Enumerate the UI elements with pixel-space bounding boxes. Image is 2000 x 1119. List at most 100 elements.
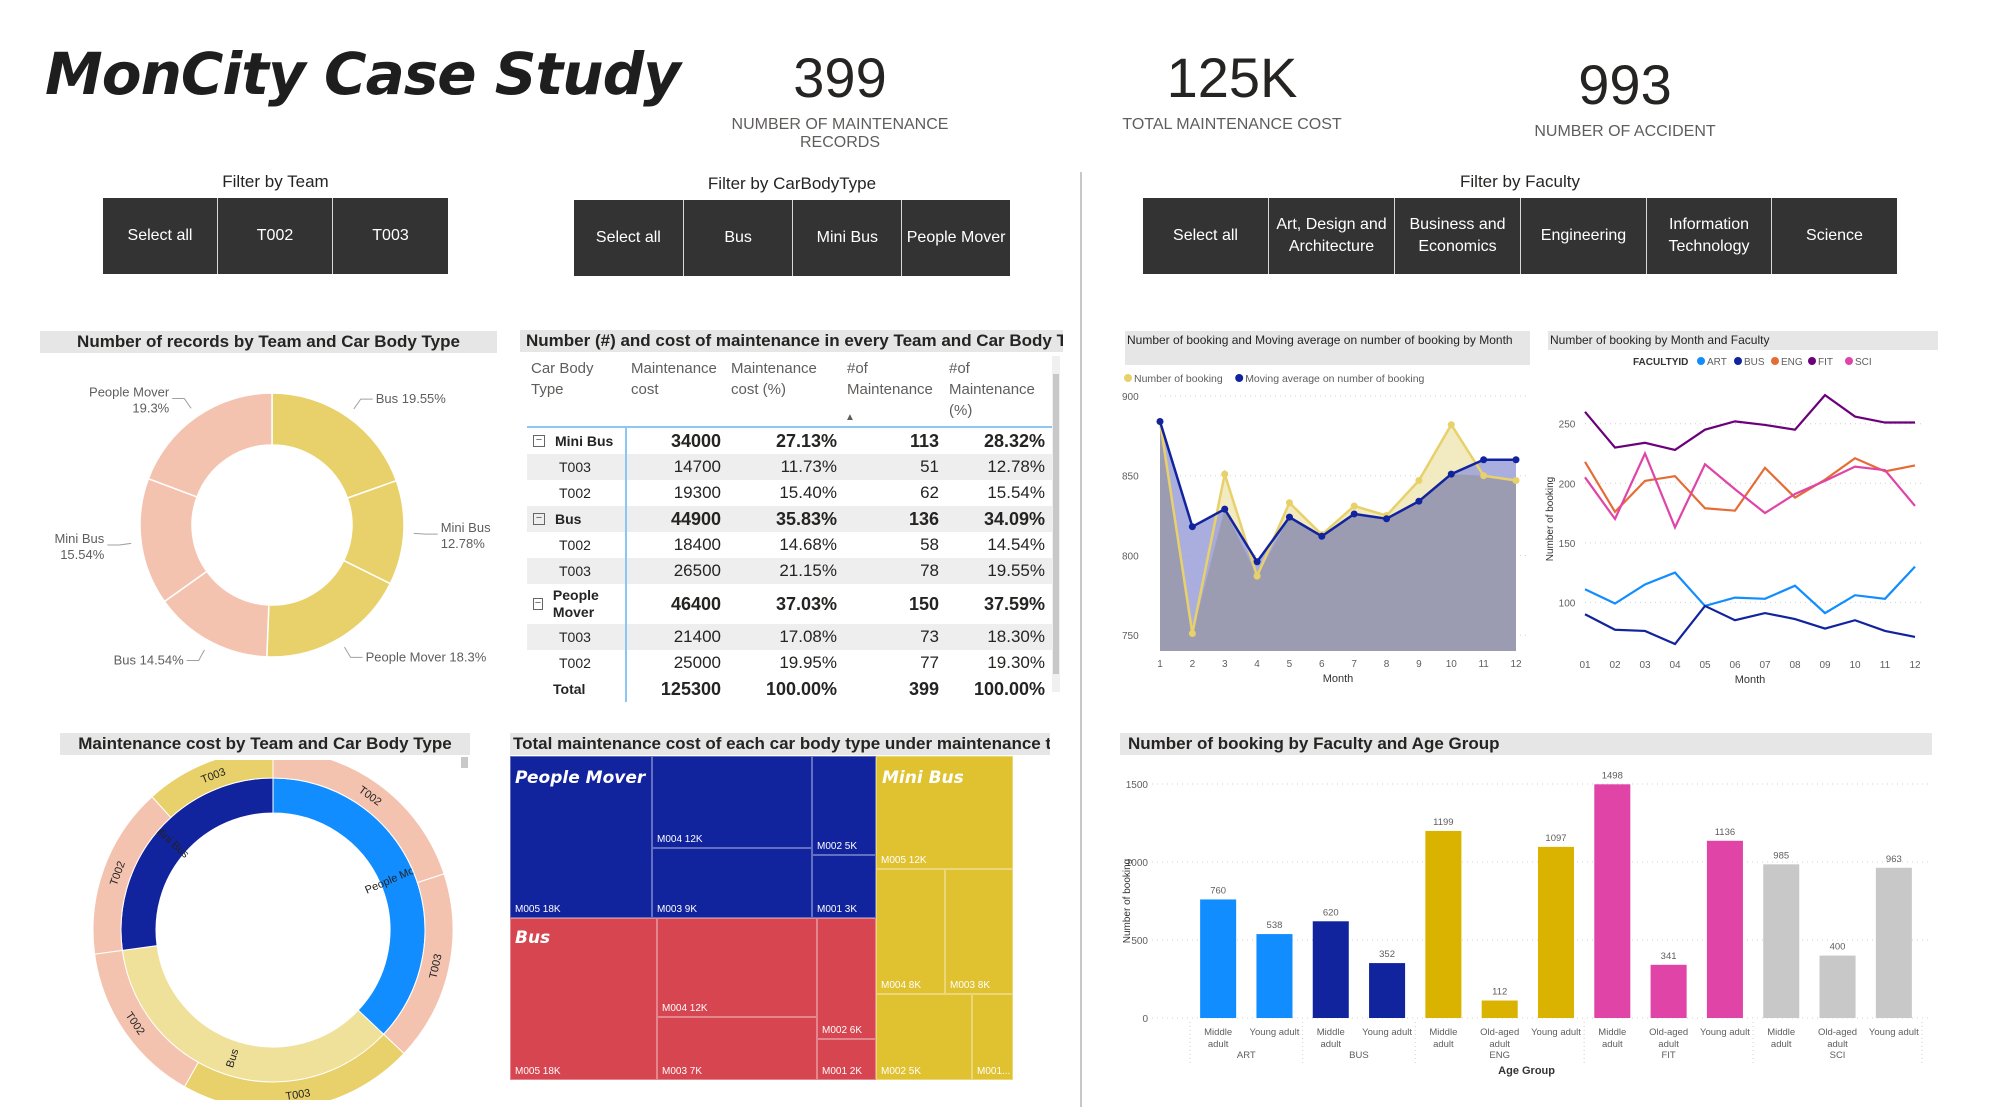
- table-total-row: Total 125300 100.00% 399 100.00%: [527, 676, 1055, 702]
- bar-art-middle-adult[interactable]: [1200, 899, 1237, 1018]
- treemap-cell-label: M003 8K: [950, 980, 991, 991]
- table-title: Number (#) and cost of maintenance in ev…: [520, 330, 1063, 352]
- donut-slice-t003-people-mover[interactable]: [266, 559, 392, 658]
- data-point-moving-average-on-number-of-booking[interactable]: [1318, 532, 1326, 540]
- cell-count: 73: [920, 627, 939, 646]
- treemap-cell-bus-m001[interactable]: M001 2K: [817, 1039, 876, 1080]
- bar-eng-young-adult[interactable]: [1537, 846, 1575, 1018]
- data-point-moving-average-on-number-of-booking[interactable]: [1188, 523, 1196, 531]
- y-tick-label: 800: [1122, 551, 1139, 562]
- collapse-icon[interactable]: −: [533, 435, 545, 447]
- data-point-moving-average-on-number-of-booking[interactable]: [1512, 456, 1520, 464]
- bar-fit-middle-adult[interactable]: [1594, 784, 1631, 1018]
- data-point-moving-average-on-number-of-booking[interactable]: [1350, 510, 1358, 518]
- col-header-car-body-type[interactable]: Car Body Type: [527, 354, 627, 426]
- data-point-moving-average-on-number-of-booking[interactable]: [1383, 515, 1391, 523]
- data-point-moving-average-on-number-of-booking[interactable]: [1285, 513, 1293, 521]
- cell-countpct: 28.32%: [983, 430, 1045, 451]
- slicer-option-select-all[interactable]: Select all: [103, 198, 218, 274]
- cell-count: 51: [920, 457, 939, 476]
- data-point-number-of-booking[interactable]: [1447, 421, 1455, 429]
- data-point-number-of-booking[interactable]: [1188, 629, 1196, 637]
- treemap-cell-people-mover-m001[interactable]: M001 3K: [812, 855, 876, 918]
- series-line-bus[interactable]: [1584, 604, 1916, 646]
- treemap-cell-people-mover-m003[interactable]: M003 9K: [652, 848, 812, 918]
- y-axis-title: Number of booking: [1545, 477, 1556, 562]
- legend-marker: [1845, 357, 1853, 365]
- row-label-cell: Total: [527, 676, 627, 702]
- cell-cost: 25000: [673, 653, 721, 672]
- table-scrollbar[interactable]: [1052, 356, 1060, 692]
- donut-slice-t003-bus[interactable]: [271, 392, 398, 500]
- bar-value-label: 538: [1267, 920, 1283, 931]
- series-line-fit[interactable]: [1584, 393, 1915, 452]
- data-point-moving-average-on-number-of-booking[interactable]: [1415, 497, 1423, 505]
- data-point-number-of-booking[interactable]: [1350, 502, 1358, 510]
- slicer-option-information-technology[interactable]: Information Technology: [1647, 198, 1772, 274]
- col-header-maintenance-cost[interactable]: Maintenance cost: [627, 354, 727, 426]
- row-label-cell: T003: [527, 624, 627, 650]
- data-point-moving-average-on-number-of-booking[interactable]: [1221, 505, 1229, 513]
- bar-bus-middle-adult[interactable]: [1312, 921, 1349, 1018]
- kpi-maintenance-records: 399 NUMBER OF MAINTENANCE RECORDS: [690, 50, 990, 152]
- series-line-art[interactable]: [1584, 565, 1916, 615]
- bar-sci-old-aged-adult[interactable]: [1819, 955, 1856, 1018]
- collapse-icon[interactable]: −: [533, 513, 545, 525]
- col-header-maintenance-count[interactable]: #of Maintenance ▲: [843, 354, 945, 426]
- y-tick-label: 1500: [1126, 780, 1149, 791]
- bar-art-young-adult[interactable]: [1256, 934, 1293, 1018]
- data-point-moving-average-on-number-of-booking[interactable]: [1447, 470, 1455, 478]
- data-point-number-of-booking[interactable]: [1415, 476, 1423, 484]
- col-header-maintenance-cost-pct[interactable]: Maintenance cost (%): [727, 354, 843, 426]
- data-point-number-of-booking[interactable]: [1253, 572, 1261, 580]
- slicer-option-engineering[interactable]: Engineering: [1521, 198, 1647, 274]
- bar-sci-young-adult[interactable]: [1875, 867, 1912, 1018]
- treemap-cell-bus-m003[interactable]: M003 7K: [657, 1017, 817, 1080]
- booking-age-title: Number of booking by Faculty and Age Gro…: [1120, 733, 1932, 755]
- slicer-option-people-mover[interactable]: People Mover: [902, 200, 1010, 276]
- data-point-number-of-booking[interactable]: [1221, 470, 1229, 478]
- treemap-cell-bus-m004[interactable]: M004 12K: [657, 918, 817, 1017]
- slicer-option-science[interactable]: Science: [1772, 198, 1897, 274]
- scrollbar-thumb[interactable]: [1053, 374, 1059, 674]
- sunburst-inner-mini-bus[interactable]: [120, 777, 274, 951]
- row-label-cell: − People Mover: [527, 584, 627, 624]
- slicer-option-mini-bus[interactable]: Mini Bus: [793, 200, 903, 276]
- data-point-number-of-booking[interactable]: [1480, 472, 1488, 480]
- x-tick-label: 7: [1351, 659, 1357, 670]
- data-point-moving-average-on-number-of-booking[interactable]: [1156, 418, 1164, 425]
- slicer-option-t003[interactable]: T003: [333, 198, 448, 274]
- data-point-moving-average-on-number-of-booking[interactable]: [1480, 456, 1488, 464]
- bar-sci-middle-adult[interactable]: [1763, 864, 1800, 1018]
- collapse-icon[interactable]: −: [533, 598, 543, 610]
- slicer-option-t002[interactable]: T002: [218, 198, 333, 274]
- bar-eng-old-aged-adult[interactable]: [1481, 1000, 1518, 1018]
- treemap-cell-bus-m002[interactable]: M002 6K: [817, 918, 876, 1039]
- x-tick-label: Old-aged: [1649, 1027, 1688, 1038]
- treemap-cell-mini-bus-m002[interactable]: M002 5K: [876, 994, 972, 1080]
- treemap-cell-mini-bus-m004[interactable]: M004 8K: [876, 869, 945, 994]
- data-point-number-of-booking[interactable]: [1285, 499, 1293, 507]
- treemap-cell-mini-bus-m003[interactable]: M003 8K: [945, 869, 1013, 994]
- slicer-option-select-all[interactable]: Select all: [1143, 198, 1269, 274]
- bar-fit-old-aged-adult[interactable]: [1650, 964, 1687, 1018]
- treemap-cell-label: M002 6K: [822, 1025, 863, 1036]
- kpi-label: NUMBER OF MAINTENANCE RECORDS: [731, 116, 949, 151]
- bar-bus-young-adult[interactable]: [1369, 963, 1406, 1018]
- treemap-cell-people-mover-m004[interactable]: M004 12K: [652, 756, 812, 848]
- bar-value-label: 1199: [1433, 817, 1453, 828]
- bar-eng-middle-adult[interactable]: [1425, 830, 1462, 1018]
- row-label-cell: T003: [527, 454, 627, 480]
- data-point-moving-average-on-number-of-booking[interactable]: [1253, 558, 1261, 566]
- booking-faculty-chart: FACULTYID ART BUS ENG FIT SCI 100 150 200 250 Numb…: [1545, 357, 1923, 686]
- treemap-cell-people-mover-m002[interactable]: M002 5K: [812, 756, 876, 855]
- treemap-cell-mini-bus-m001[interactable]: M001...: [972, 994, 1013, 1080]
- bar-fit-young-adult[interactable]: [1706, 840, 1743, 1018]
- col-header-maintenance-count-pct[interactable]: #of Maintenance (%): [945, 354, 1049, 426]
- slicer-option-bus[interactable]: Bus: [683, 200, 794, 276]
- series-line-eng[interactable]: [1584, 457, 1916, 514]
- data-point-number-of-booking[interactable]: [1512, 476, 1520, 484]
- slicer-option-select-all[interactable]: Select all: [574, 200, 684, 276]
- slicer-option-business-and-economics[interactable]: Business and Economics: [1395, 198, 1521, 274]
- slicer-option-art-design-and-architecture[interactable]: Art, Design and Architecture: [1269, 198, 1395, 274]
